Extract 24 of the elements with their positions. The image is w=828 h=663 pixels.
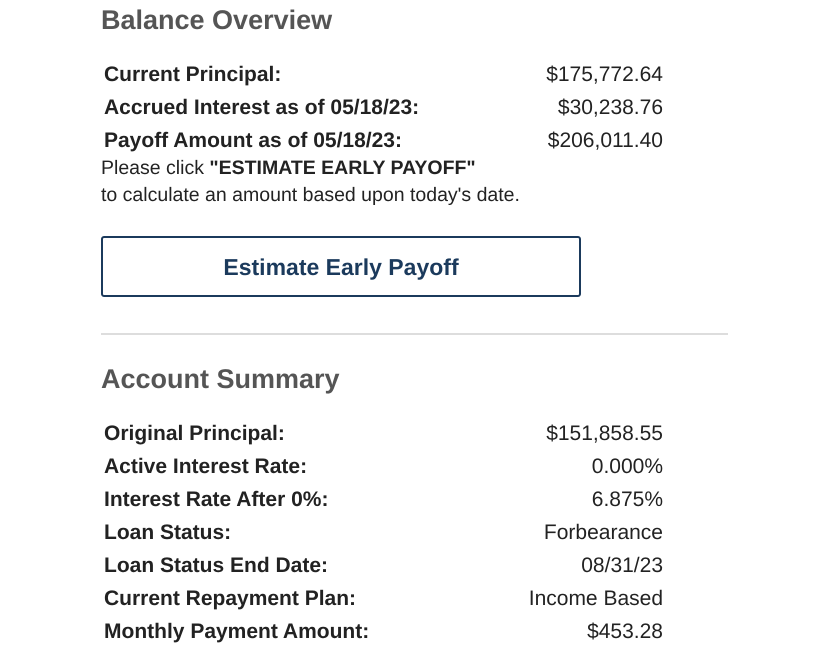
instruction-text: Please click "ESTIMATE EARLY PAYOFF" to calculate an amount based upon today's date. [101, 156, 521, 208]
field-label: Loan Status: [104, 520, 232, 546]
field-value: Income Based [528, 586, 663, 612]
field-label: Active Interest Rate: [104, 454, 308, 480]
field-value: 6.875% [592, 486, 663, 513]
section-title: Account Summary [101, 363, 341, 396]
field-label: Original Principal: [104, 420, 285, 447]
field-value: Forbearance [544, 520, 663, 546]
field-label: Interest Rate After 0%: [104, 486, 328, 513]
field-label: Current Repayment Plan: [104, 586, 356, 612]
field-label: Loan Status End Date: [104, 552, 328, 579]
field-value: 08/31/23 [581, 552, 663, 579]
field-label: Payoff Amount as of 05/18/23: [104, 128, 402, 154]
field-value: $151,858.55 [546, 420, 663, 447]
section-title: Balance Overview [101, 4, 334, 36]
field-value: $175,772.64 [546, 62, 663, 88]
field-value: $30,238.76 [558, 95, 663, 122]
field-label: Monthly Payment Amount: [104, 618, 370, 645]
field-value: $453.28 [587, 618, 663, 645]
field-label: Current Principal: [104, 62, 282, 88]
field-value: $206,011.40 [548, 128, 663, 154]
field-value: 0.000% [592, 454, 663, 480]
field-label: Accrued Interest as of 05/18/23: [104, 95, 420, 122]
estimate-button[interactable]: Estimate Early Payoff [101, 236, 581, 298]
